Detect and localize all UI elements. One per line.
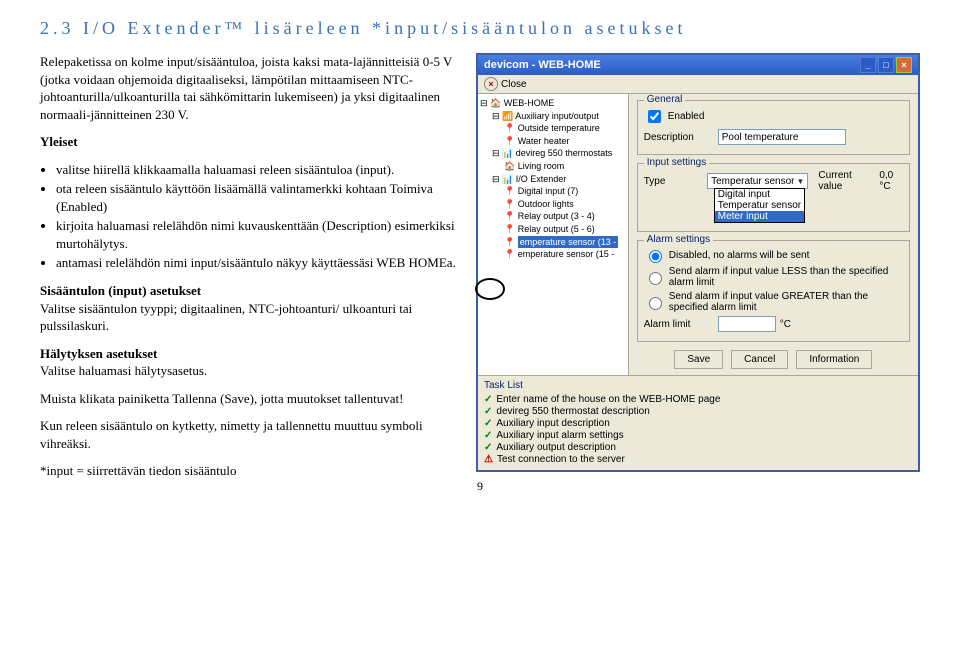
alarm-opt1: Disabled, no alarms will be sent (669, 250, 810, 261)
chevron-down-icon: ▼ (796, 177, 804, 186)
alarm-opt2: Send alarm if input value LESS than the … (669, 266, 903, 288)
enabled-label: Enabled (668, 111, 705, 122)
alarm-limit-input[interactable] (718, 316, 776, 332)
intro-paragraph: Relepaketissa on kolme input/sisääntuloa… (40, 53, 456, 123)
description-input[interactable]: Pool temperature (718, 129, 846, 145)
tree-item[interactable]: ⊟ 📊 I/O Extender (480, 173, 626, 186)
yleiset-heading: Yleiset (40, 133, 456, 151)
window-title: devicom - WEB-HOME (484, 59, 601, 71)
save-button[interactable]: Save (674, 350, 723, 369)
tree-root[interactable]: ⊟ 🏠 WEB-HOME (480, 97, 626, 110)
general-bullet-list: valitse hiirellä klikkaamalla haluamasi … (40, 161, 456, 272)
task-item: ✓Auxiliary input alarm settings (484, 430, 912, 441)
bullet-item: valitse hiirellä klikkaamalla haluamasi … (56, 161, 456, 179)
type-select[interactable]: Temperatur sensor▼ (707, 173, 808, 189)
minimize-button[interactable]: _ (860, 57, 876, 73)
page-number: 9 (477, 479, 483, 494)
task-item: ⚠Test connection to the server (484, 454, 912, 465)
button-row: Save Cancel Information (637, 350, 910, 369)
title-bar: devicom - WEB-HOME _ □ × (478, 55, 918, 75)
input-settings-block: Sisääntulon (input) asetukset Valitse si… (40, 282, 456, 335)
symbol-note: Kun releen sisääntulo on kytketty, nimet… (40, 417, 456, 452)
annotation-circle (475, 278, 505, 300)
info-button[interactable]: Information (796, 350, 872, 369)
tree-item[interactable]: 📍 Outdoor lights (480, 198, 626, 211)
check-icon: ✓ (484, 442, 492, 453)
task-item: ✓devireg 550 thermostat description (484, 406, 912, 417)
input-settings-group: Input settings Type Temperatur sensor▼ C… (637, 163, 910, 232)
warn-icon: ⚠ (484, 454, 493, 465)
maximize-button[interactable]: □ (878, 57, 894, 73)
close-label: Close (501, 79, 527, 90)
task-item: ✓Enter name of the house on the WEB-HOME… (484, 394, 912, 405)
dropdown-option-selected[interactable]: Meter input (715, 211, 804, 222)
alarm-settings-title: Hälytyksen asetukset (40, 346, 157, 361)
tree-item[interactable]: 📍 emperature sensor (15 - (480, 248, 626, 261)
close-window-button[interactable]: × (896, 57, 912, 73)
input-settings-body: Valitse sisääntulon tyyppi; digitaalinen… (40, 301, 412, 334)
task-list: Task List ✓Enter name of the house on th… (478, 375, 918, 470)
section-title: 2.3 I/O Extender™ lisäreleen *input/sisä… (40, 18, 920, 39)
type-dropdown[interactable]: Digital input Temperatur sensor Meter in… (714, 188, 805, 223)
dropdown-option[interactable]: Digital input (715, 189, 804, 200)
tree-item[interactable]: 📍 Relay output (5 - 6) (480, 223, 626, 236)
current-value-label: Current value (818, 170, 869, 192)
settings-panel: General Enabled Description Pool temperat… (629, 94, 918, 375)
tree-item[interactable]: ⊟ 📊 devireg 550 thermostats (480, 147, 626, 160)
tree-item[interactable]: 📍 Relay output (3 - 4) (480, 210, 626, 223)
save-note: Muista klikata painiketta Tallenna (Save… (40, 390, 456, 408)
alarm-disabled-radio[interactable] (649, 250, 662, 263)
alarm-opt3: Send alarm if input value GREATER than t… (669, 291, 903, 313)
task-list-title: Task List (484, 380, 912, 391)
right-column: devicom - WEB-HOME _ □ × × Close ⊟ 🏠 (476, 53, 920, 490)
type-label: Type (644, 176, 703, 187)
input-settings-title: Sisääntulon (input) asetukset (40, 283, 201, 298)
general-legend: General (644, 94, 686, 105)
close-icon: × (484, 77, 498, 91)
task-item: ✓Auxiliary input description (484, 418, 912, 429)
check-icon: ✓ (484, 430, 492, 441)
tree-item[interactable]: 📍 Digital input (7) (480, 185, 626, 198)
alarm-greater-radio[interactable] (649, 297, 662, 310)
alarm-less-radio[interactable] (649, 272, 662, 285)
alarm-settings-body: Valitse haluamasi hälytysasetus. (40, 363, 207, 378)
close-toolbar-button[interactable]: × Close (484, 77, 527, 91)
general-group: General Enabled DescriptionPool temperat… (637, 100, 910, 155)
tree-item-selected[interactable]: 📍 emperature sensor (13 - (480, 236, 626, 249)
footnote: *input = siirrettävän tiedon sisääntulo (40, 462, 456, 480)
tree-item[interactable]: 🏠 Living room (480, 160, 626, 173)
check-icon: ✓ (484, 406, 492, 417)
tree-item[interactable]: 📍 Water heater (480, 135, 626, 148)
check-icon: ✓ (484, 418, 492, 429)
bullet-item: antamasi relelähdön nimi input/sisääntul… (56, 254, 456, 272)
toolbar: × Close (478, 75, 918, 94)
current-value: 0,0 °C (879, 170, 903, 192)
task-item: ✓Auxiliary output description (484, 442, 912, 453)
input-legend: Input settings (644, 157, 709, 168)
tree-view[interactable]: ⊟ 🏠 WEB-HOME ⊟ 📶 Auxiliary input/output … (478, 94, 629, 375)
bullet-item: ota releen sisääntulo käyttöön lisäämäll… (56, 180, 456, 215)
alarm-legend: Alarm settings (644, 234, 713, 245)
description-label: Description (644, 132, 714, 143)
alarm-settings-block: Hälytyksen asetukset Valitse haluamasi h… (40, 345, 456, 380)
left-column: Relepaketissa on kolme input/sisääntuloa… (40, 53, 456, 490)
tree-item[interactable]: 📍 Outside temperature (480, 122, 626, 135)
cancel-button[interactable]: Cancel (731, 350, 788, 369)
alarm-limit-label: Alarm limit (644, 319, 714, 330)
tree-item[interactable]: ⊟ 📶 Auxiliary input/output (480, 110, 626, 123)
dialog-window: devicom - WEB-HOME _ □ × × Close ⊟ 🏠 (476, 53, 920, 472)
enabled-checkbox[interactable] (648, 110, 661, 123)
alarm-limit-unit: °C (780, 319, 791, 330)
check-icon: ✓ (484, 394, 492, 405)
alarm-settings-group: Alarm settings Disabled, no alarms will … (637, 240, 910, 342)
dropdown-option[interactable]: Temperatur sensor (715, 200, 804, 211)
bullet-item: kirjoita haluamasi relelähdön nimi kuvau… (56, 217, 456, 252)
